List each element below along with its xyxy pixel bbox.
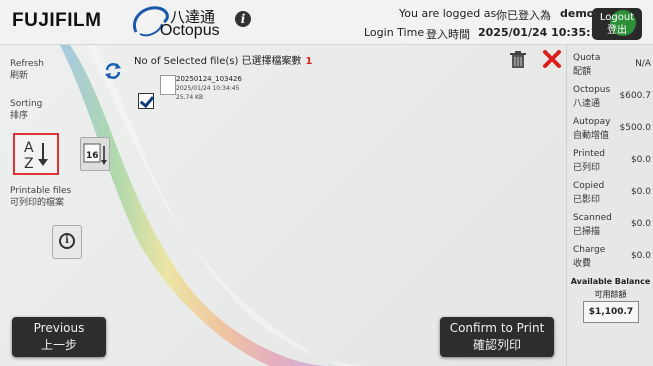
autopay-row: Autopay 自動增值 $500.0 [573, 117, 653, 147]
copied-label-cn: 已影印 [573, 195, 601, 205]
clear-selection-x-icon[interactable] [542, 49, 562, 69]
available-balance-value: $1,100.7 [583, 301, 639, 323]
scanned-label: Scanned [573, 213, 612, 223]
previous-label: Previous [33, 321, 85, 335]
refresh-icon[interactable] [103, 61, 123, 81]
printable-files-label-cn: 可列印的檔案 [10, 198, 65, 208]
available-balance-label-cn: 可用餘額 [594, 290, 627, 299]
quota-label-cn: 配額 [573, 67, 592, 77]
printed-value: $0.0 [630, 155, 651, 165]
svg-text:A: A [24, 140, 34, 156]
refresh-label-cn: 刷新 [10, 71, 29, 81]
top-bar: FUJIFILM 八達通 Octopus i You are logged as… [0, 0, 653, 45]
printed-label: Printed [573, 149, 605, 159]
account-summary-panel: Quota 配額 N/A Octopus 八達通 $600.7 Autopay … [566, 45, 653, 366]
selected-count-label: No of Selected file(s) 已選擇檔案數 [134, 56, 302, 67]
quota-row: Quota 配額 N/A [573, 53, 653, 83]
sorting-label-en: Sorting [10, 99, 43, 109]
confirm-print-label-cn: 確認列印 [472, 338, 521, 352]
previous-label-cn: 上一步 [40, 338, 77, 352]
previous-button[interactable]: Previous 上一步 [12, 317, 106, 357]
logged-as-label-cn: 你已登入為 [496, 9, 551, 22]
svg-text:Z: Z [24, 156, 34, 172]
octopus-value: $600.7 [619, 91, 652, 101]
file-list-panel: Refresh 刷新 Sorting 排序 A Z 16 Printable f… [0, 45, 566, 366]
logout-label: Logout [599, 12, 635, 23]
svg-text:16: 16 [86, 151, 99, 161]
available-balance-label: Available Balance [570, 277, 651, 286]
logout-label-cn: 登出 [607, 25, 627, 36]
sort-alphabetical-icon: A Z [24, 140, 48, 172]
username: demo [560, 7, 595, 20]
autopay-value: $500.0 [619, 123, 652, 133]
file-list-item[interactable]: 20250124_103426 2025/01/24 10:34:45 25.7… [136, 75, 286, 115]
login-time: 2025/01/24 10:35:10 [478, 26, 606, 39]
scanned-value: $0.0 [630, 219, 651, 229]
file-name: 20250124_103426 [176, 75, 242, 83]
quota-value: N/A [635, 59, 651, 69]
autopay-label: Autopay [573, 117, 611, 127]
octopus-english-name: Octopus [160, 22, 220, 39]
copied-row: Copied 已影印 $0.0 [573, 181, 653, 211]
login-time-label: Login Time [364, 26, 425, 39]
file-size: 25.74 KB [176, 94, 204, 101]
autopay-label-cn: 自動增值 [573, 131, 610, 141]
copied-value: $0.0 [630, 187, 651, 197]
charge-label: Charge [573, 245, 606, 255]
file-info-button[interactable]: i [52, 225, 82, 259]
file-select-checkbox[interactable] [138, 93, 154, 109]
printed-row: Printed 已列印 $0.0 [573, 149, 653, 179]
octopus-label-cn: 八達通 [573, 99, 601, 109]
delete-trash-icon[interactable] [510, 51, 526, 69]
selected-count: No of Selected file(s) 已選擇檔案數 1 [134, 52, 313, 67]
login-time-label-cn: 登入時間 [426, 28, 470, 41]
document-icon [160, 75, 176, 95]
logout-button[interactable]: Logout 登出 [592, 8, 642, 40]
printable-files-label: Printable files 可列印的檔案 [10, 185, 71, 209]
octopus-balance-row: Octopus 八達通 $600.7 [573, 85, 653, 115]
printable-files-label-en: Printable files [10, 186, 72, 196]
scanned-row: Scanned 已掃描 $0.0 [573, 213, 653, 243]
scanned-label-cn: 已掃描 [573, 227, 601, 237]
sort-date-icon: 16 [83, 143, 107, 165]
info-icon[interactable]: i [235, 11, 251, 27]
info-circle-icon: i [59, 233, 75, 249]
quota-label: Quota [573, 53, 601, 63]
confirm-print-label: Confirm to Print [449, 321, 545, 335]
file-date: 2025/01/24 10:34:45 [176, 85, 240, 92]
charge-row: Charge 收費 $0.0 [573, 245, 653, 275]
selected-count-value: 1 [305, 56, 313, 67]
sorting-label-cn: 排序 [10, 111, 29, 121]
fujifilm-logo: FUJIFILM [12, 10, 102, 31]
sort-by-date-button[interactable]: 16 [80, 137, 110, 171]
refresh-label: Refresh 刷新 [10, 58, 44, 82]
refresh-label-en: Refresh [10, 59, 44, 69]
logged-as-label: You are logged as [399, 7, 497, 20]
charge-value: $0.0 [630, 251, 651, 261]
octopus-label: Octopus [573, 85, 611, 95]
sort-by-name-button[interactable]: A Z [13, 133, 59, 175]
confirm-print-button[interactable]: Confirm to Print 確認列印 [440, 317, 554, 357]
sorting-label: Sorting 排序 [10, 98, 42, 122]
charge-label-cn: 收費 [573, 259, 592, 269]
printed-label-cn: 已列印 [573, 163, 601, 173]
copied-label: Copied [573, 181, 605, 191]
